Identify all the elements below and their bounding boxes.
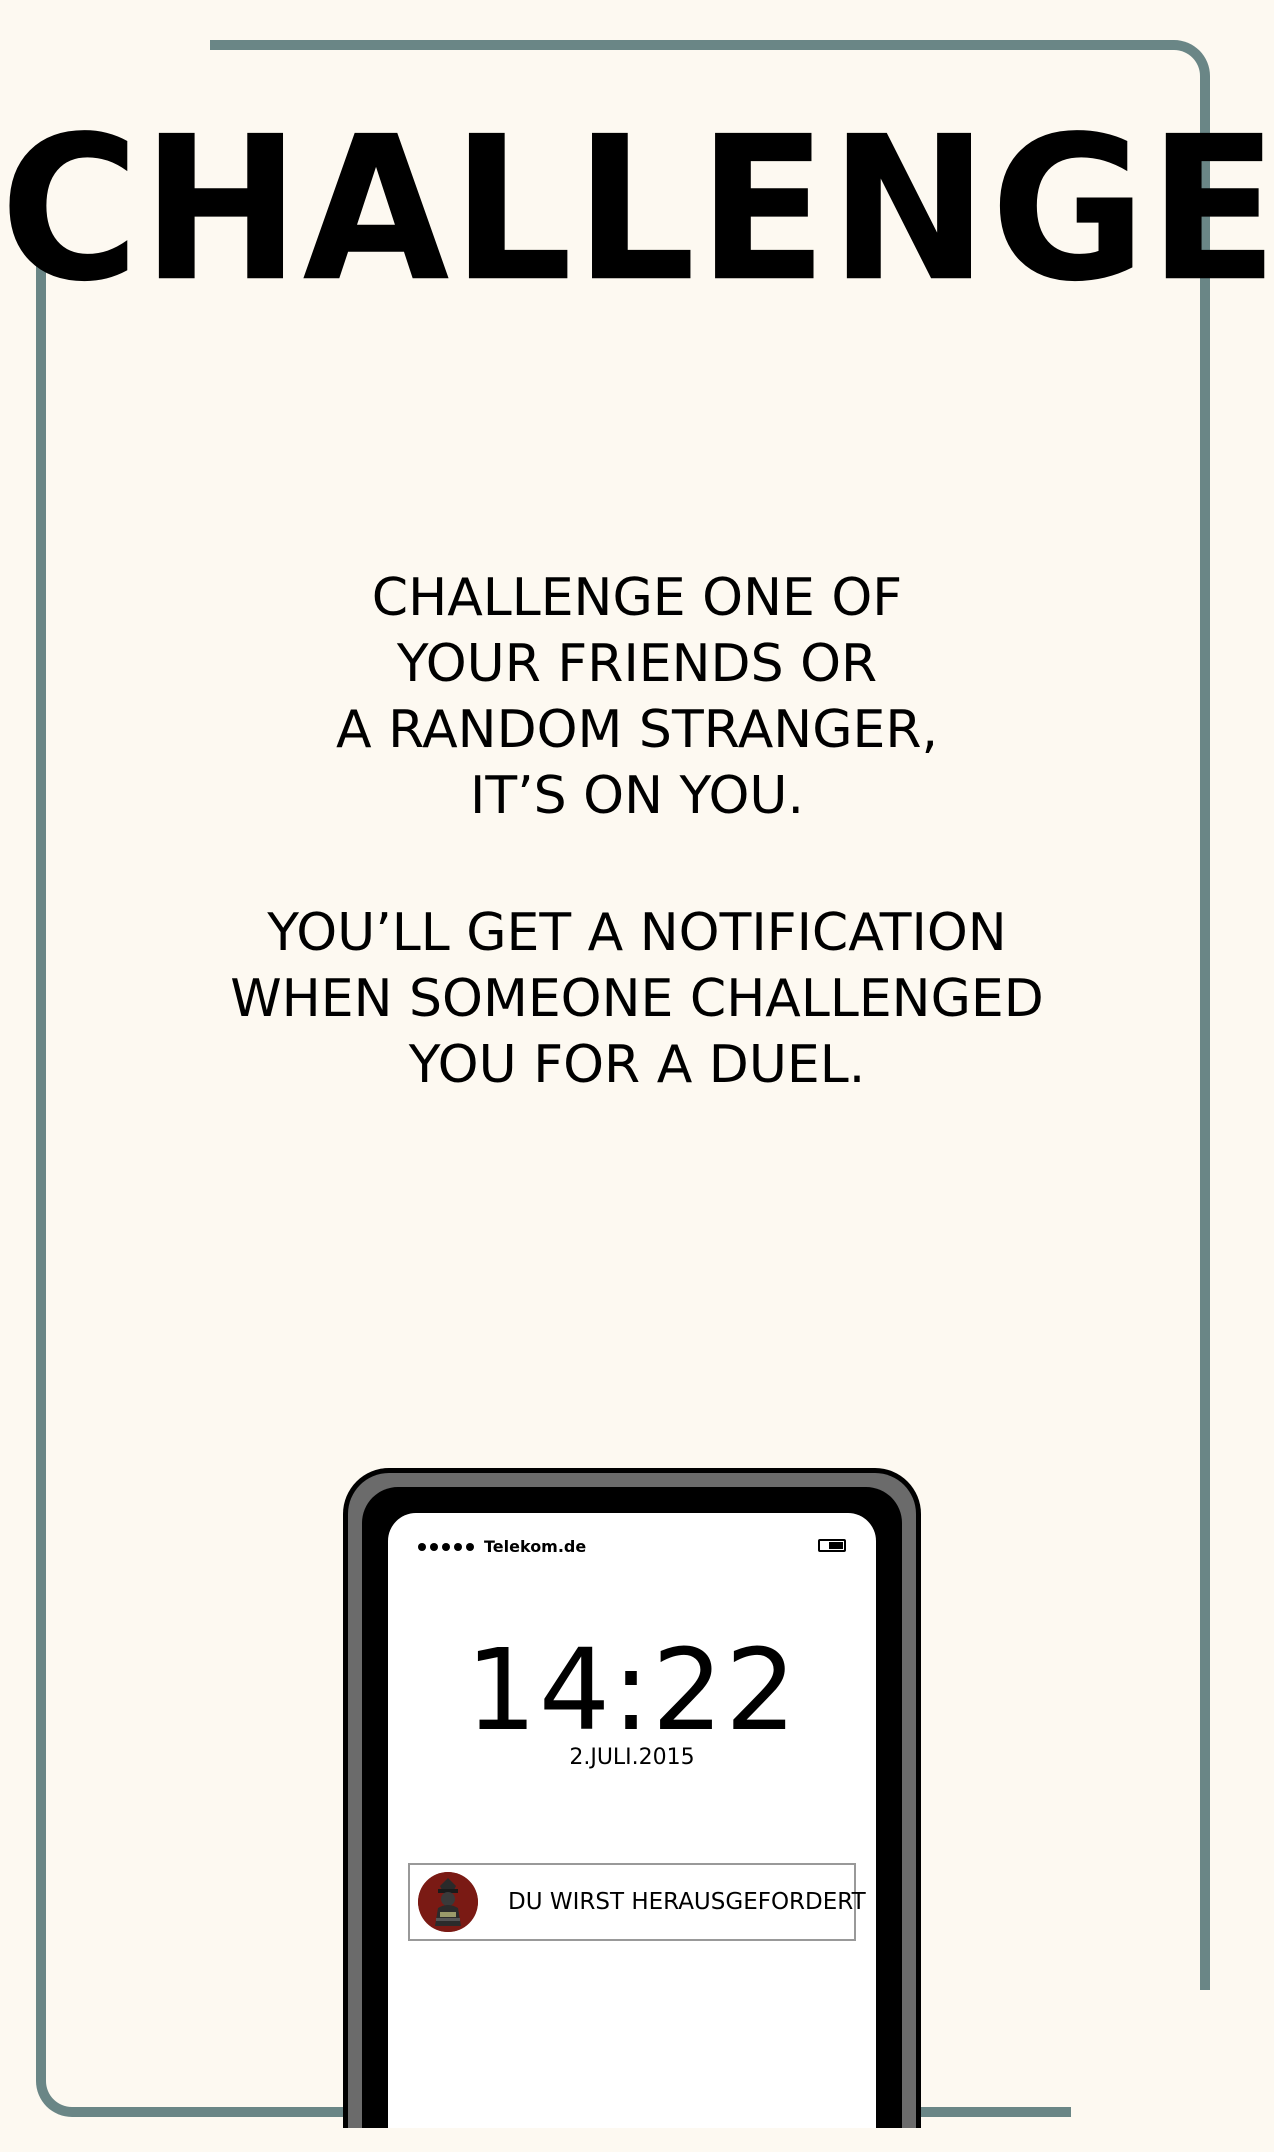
lock-screen-date: 2.JULI.2015: [569, 1745, 695, 1770]
carrier-name: Telekom.de: [484, 1537, 587, 1556]
intro-text: CHALLENGE ONE OF YOUR FRIENDS OR A RANDO…: [335, 568, 939, 826]
duel-avatar-icon: [418, 1872, 478, 1932]
notification-text: DU WIRST HERAUSGEFORDERT: [508, 1889, 866, 1915]
phone-lock-screen: Telekom.de 14:22 2.JULI.2015 DU WIRST HE…: [388, 1513, 876, 2128]
challenge-screen: { "title": "CHALLENGE", "intro_text": "C…: [0, 0, 1274, 2152]
notification-info-text: YOU’LL GET A NOTIFICATION WHEN SOMEONE C…: [230, 903, 1044, 1095]
signal-strength-icon: [418, 1543, 474, 1551]
phone-illustration: Telekom.de 14:22 2.JULI.2015 DU WIRST HE…: [343, 1468, 921, 2128]
page-title: CHALLENGE: [0, 93, 1274, 326]
phone-status-bar: Telekom.de: [418, 1537, 846, 1561]
lock-screen-clock: 14:22: [465, 1626, 799, 1756]
phone-bezel: Telekom.de 14:22 2.JULI.2015 DU WIRST HE…: [362, 1487, 902, 2128]
battery-icon: [818, 1539, 846, 1552]
challenge-notification[interactable]: DU WIRST HERAUSGEFORDERT: [408, 1863, 866, 1941]
